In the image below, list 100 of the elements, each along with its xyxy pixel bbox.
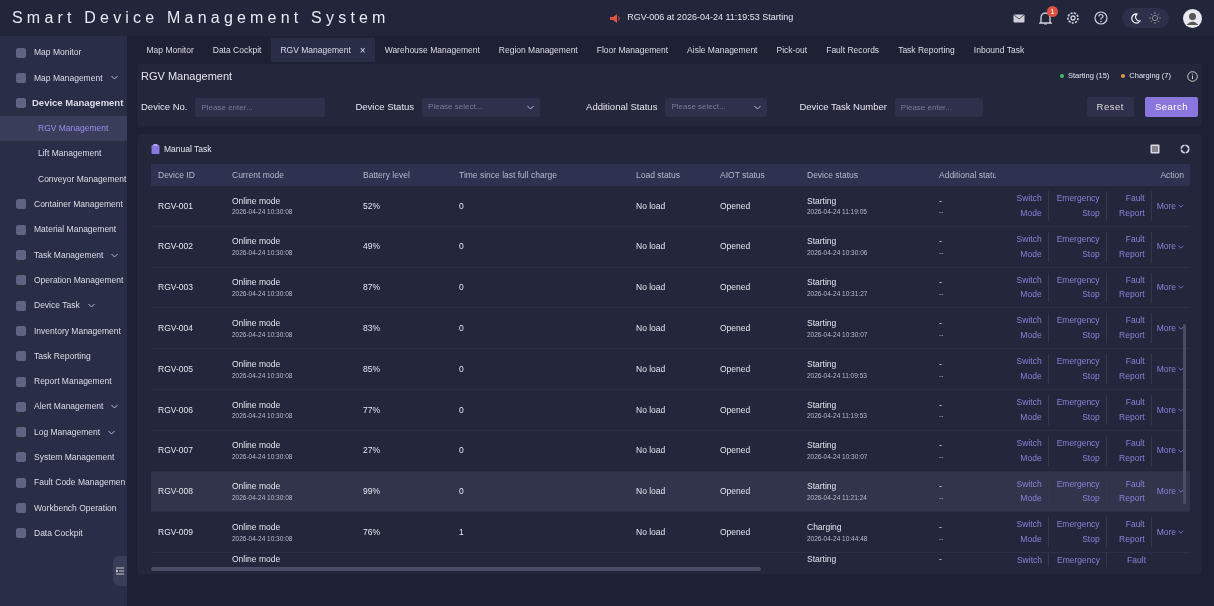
settings-icon[interactable] bbox=[1066, 11, 1080, 25]
collapse-icon[interactable] bbox=[116, 567, 124, 575]
action-link[interactable]: Switch Mode bbox=[1006, 517, 1049, 548]
more-dropdown[interactable]: More bbox=[1151, 281, 1184, 294]
sidebar-item[interactable]: Map Management bbox=[0, 65, 127, 91]
input-field[interactable]: Please enter... bbox=[894, 97, 983, 117]
more-dropdown[interactable]: More bbox=[1151, 485, 1184, 498]
sidebar-item[interactable]: Device Management bbox=[0, 90, 127, 116]
sidebar-item[interactable]: Fault Code Managemen bbox=[0, 470, 127, 496]
action-link[interactable]: Fault Report bbox=[1106, 476, 1152, 507]
sidebar-item[interactable]: Operation Management bbox=[0, 267, 127, 293]
sidebar-subitem[interactable]: RGV Management bbox=[0, 115, 127, 142]
table-cell-text: 99% bbox=[363, 485, 381, 498]
action-link[interactable]: Fault Report bbox=[1106, 354, 1152, 384]
table-cell-text: 77% bbox=[363, 403, 381, 417]
action-link[interactable]: Fault Report bbox=[1106, 313, 1152, 344]
action-link[interactable]: Fault Report bbox=[1106, 231, 1152, 262]
input-field[interactable]: Please enter... bbox=[195, 97, 326, 117]
sidebar-item[interactable]: Report Management bbox=[0, 368, 127, 395]
action-link[interactable]: Emergency Stop bbox=[1048, 191, 1107, 221]
action-link[interactable]: Emergency Stop bbox=[1048, 517, 1107, 548]
mail-icon[interactable] bbox=[1013, 13, 1025, 23]
tab[interactable]: Warehouse Management bbox=[375, 38, 490, 62]
tab[interactable]: Fault Records bbox=[816, 38, 889, 62]
more-dropdown[interactable]: More bbox=[1151, 444, 1184, 458]
sidebar-item[interactable]: Data Cockpit bbox=[0, 520, 127, 546]
action-link[interactable]: Fault Report bbox=[1106, 395, 1152, 425]
action-link[interactable]: Fault Report bbox=[1106, 517, 1152, 548]
sidebar-item[interactable]: Map Monitor bbox=[0, 40, 127, 66]
sidebar-item[interactable]: Task Reporting bbox=[0, 343, 127, 369]
action-link[interactable]: Emergency bbox=[1049, 553, 1107, 568]
action-link[interactable]: Fault Report bbox=[1106, 435, 1152, 466]
more-dropdown[interactable]: More bbox=[1151, 199, 1184, 213]
action-link[interactable]: Switch Mode bbox=[1006, 272, 1049, 303]
avatar[interactable] bbox=[1183, 8, 1202, 28]
action-link[interactable]: Emergency Stop bbox=[1048, 435, 1107, 466]
action-link[interactable]: Switch Mode bbox=[1006, 354, 1049, 384]
tab[interactable]: Inbound Task bbox=[964, 38, 1034, 62]
action-link[interactable]: Emergency Stop bbox=[1048, 272, 1107, 303]
collapse-button[interactable] bbox=[113, 556, 127, 586]
action-link[interactable]: Emergency Stop bbox=[1048, 476, 1107, 507]
bell-icon[interactable] bbox=[1039, 11, 1052, 25]
table-cell-text: No load bbox=[636, 362, 667, 376]
sidebar-item[interactable]: Material Management bbox=[0, 217, 127, 243]
tab[interactable]: Floor Management bbox=[587, 38, 678, 62]
sidebar-subitem[interactable]: Conveyor Management bbox=[0, 166, 127, 192]
sidebar-item[interactable]: Container Management bbox=[0, 191, 127, 218]
tab[interactable]: Pick-out bbox=[767, 38, 817, 62]
sidebar-item[interactable]: Workbench Operation bbox=[0, 495, 127, 521]
sidebar-item[interactable]: Inventory Management bbox=[0, 318, 127, 344]
table-cell-text: - bbox=[939, 521, 943, 534]
tab[interactable]: RGV Management × bbox=[270, 38, 376, 62]
action-link[interactable]: Fault bbox=[1107, 553, 1152, 568]
sidebar-item[interactable]: System Management bbox=[0, 444, 127, 471]
sidebar-item[interactable]: Task Management bbox=[0, 242, 127, 268]
action-link[interactable]: Fault Report bbox=[1106, 191, 1152, 221]
info-icon[interactable] bbox=[1187, 70, 1198, 82]
help-icon[interactable] bbox=[1094, 11, 1108, 25]
sidebar-item[interactable]: Alert Management bbox=[0, 394, 127, 420]
action-link[interactable]: Emergency Stop bbox=[1048, 231, 1107, 262]
refresh-icon[interactable] bbox=[1180, 144, 1190, 154]
horizontal-scrollbar[interactable] bbox=[151, 567, 761, 572]
action-link[interactable]: Switch Mode bbox=[1006, 313, 1049, 344]
sidebar-subitem[interactable]: Lift Management bbox=[0, 141, 127, 167]
tab[interactable]: Map Monitor bbox=[137, 38, 204, 62]
more-dropdown[interactable]: More bbox=[1151, 525, 1184, 539]
reset-button[interactable]: Reset bbox=[1086, 97, 1134, 117]
tab[interactable]: Aisle Management bbox=[677, 38, 767, 62]
more-dropdown[interactable]: More bbox=[1151, 362, 1184, 376]
sun-icon[interactable] bbox=[1149, 12, 1161, 24]
table-cell-text: 0 bbox=[459, 403, 465, 417]
action-link[interactable]: Switch Mode bbox=[1006, 476, 1049, 507]
select-field[interactable]: Please select... bbox=[665, 97, 768, 117]
moon-icon[interactable] bbox=[1130, 12, 1141, 24]
search-button[interactable]: Search bbox=[1144, 97, 1198, 117]
action-link[interactable]: Emergency Stop bbox=[1048, 395, 1107, 425]
action-link[interactable]: Switch Mode bbox=[1006, 231, 1049, 262]
tab[interactable]: Task Reporting bbox=[888, 38, 965, 62]
action-link[interactable]: Switch Mode bbox=[1006, 395, 1049, 425]
close-icon[interactable]: × bbox=[359, 42, 366, 58]
sidebar-item[interactable]: Device Task bbox=[0, 292, 127, 319]
table-cell-text: Opened bbox=[720, 321, 752, 335]
table-cell-text: Online mode bbox=[232, 194, 282, 208]
action-link[interactable]: Emergency Stop bbox=[1048, 354, 1107, 384]
action-link[interactable]: Switch Mode bbox=[1006, 435, 1049, 466]
more-dropdown[interactable]: More bbox=[1151, 403, 1184, 417]
action-link[interactable]: Fault Report bbox=[1106, 272, 1152, 303]
scrollbar[interactable] bbox=[1183, 324, 1186, 504]
tab[interactable]: Data Cockpit bbox=[203, 38, 271, 62]
action-link[interactable]: Emergency Stop bbox=[1048, 313, 1107, 344]
select-field[interactable]: Please select... bbox=[422, 97, 541, 117]
table-row[interactable]: Online mode Starting - Switch Emergency Fault bbox=[151, 553, 1190, 568]
action-link[interactable]: Switch bbox=[1007, 553, 1049, 568]
column-settings-icon[interactable] bbox=[1150, 144, 1160, 154]
tab[interactable]: Region Management bbox=[489, 38, 588, 62]
sidebar-item[interactable]: Log Management bbox=[0, 419, 127, 445]
more-dropdown[interactable]: More bbox=[1151, 321, 1184, 335]
table-cell-text: Opened bbox=[720, 485, 752, 498]
action-link[interactable]: Switch Mode bbox=[1006, 191, 1049, 221]
more-dropdown[interactable]: More bbox=[1151, 240, 1184, 254]
